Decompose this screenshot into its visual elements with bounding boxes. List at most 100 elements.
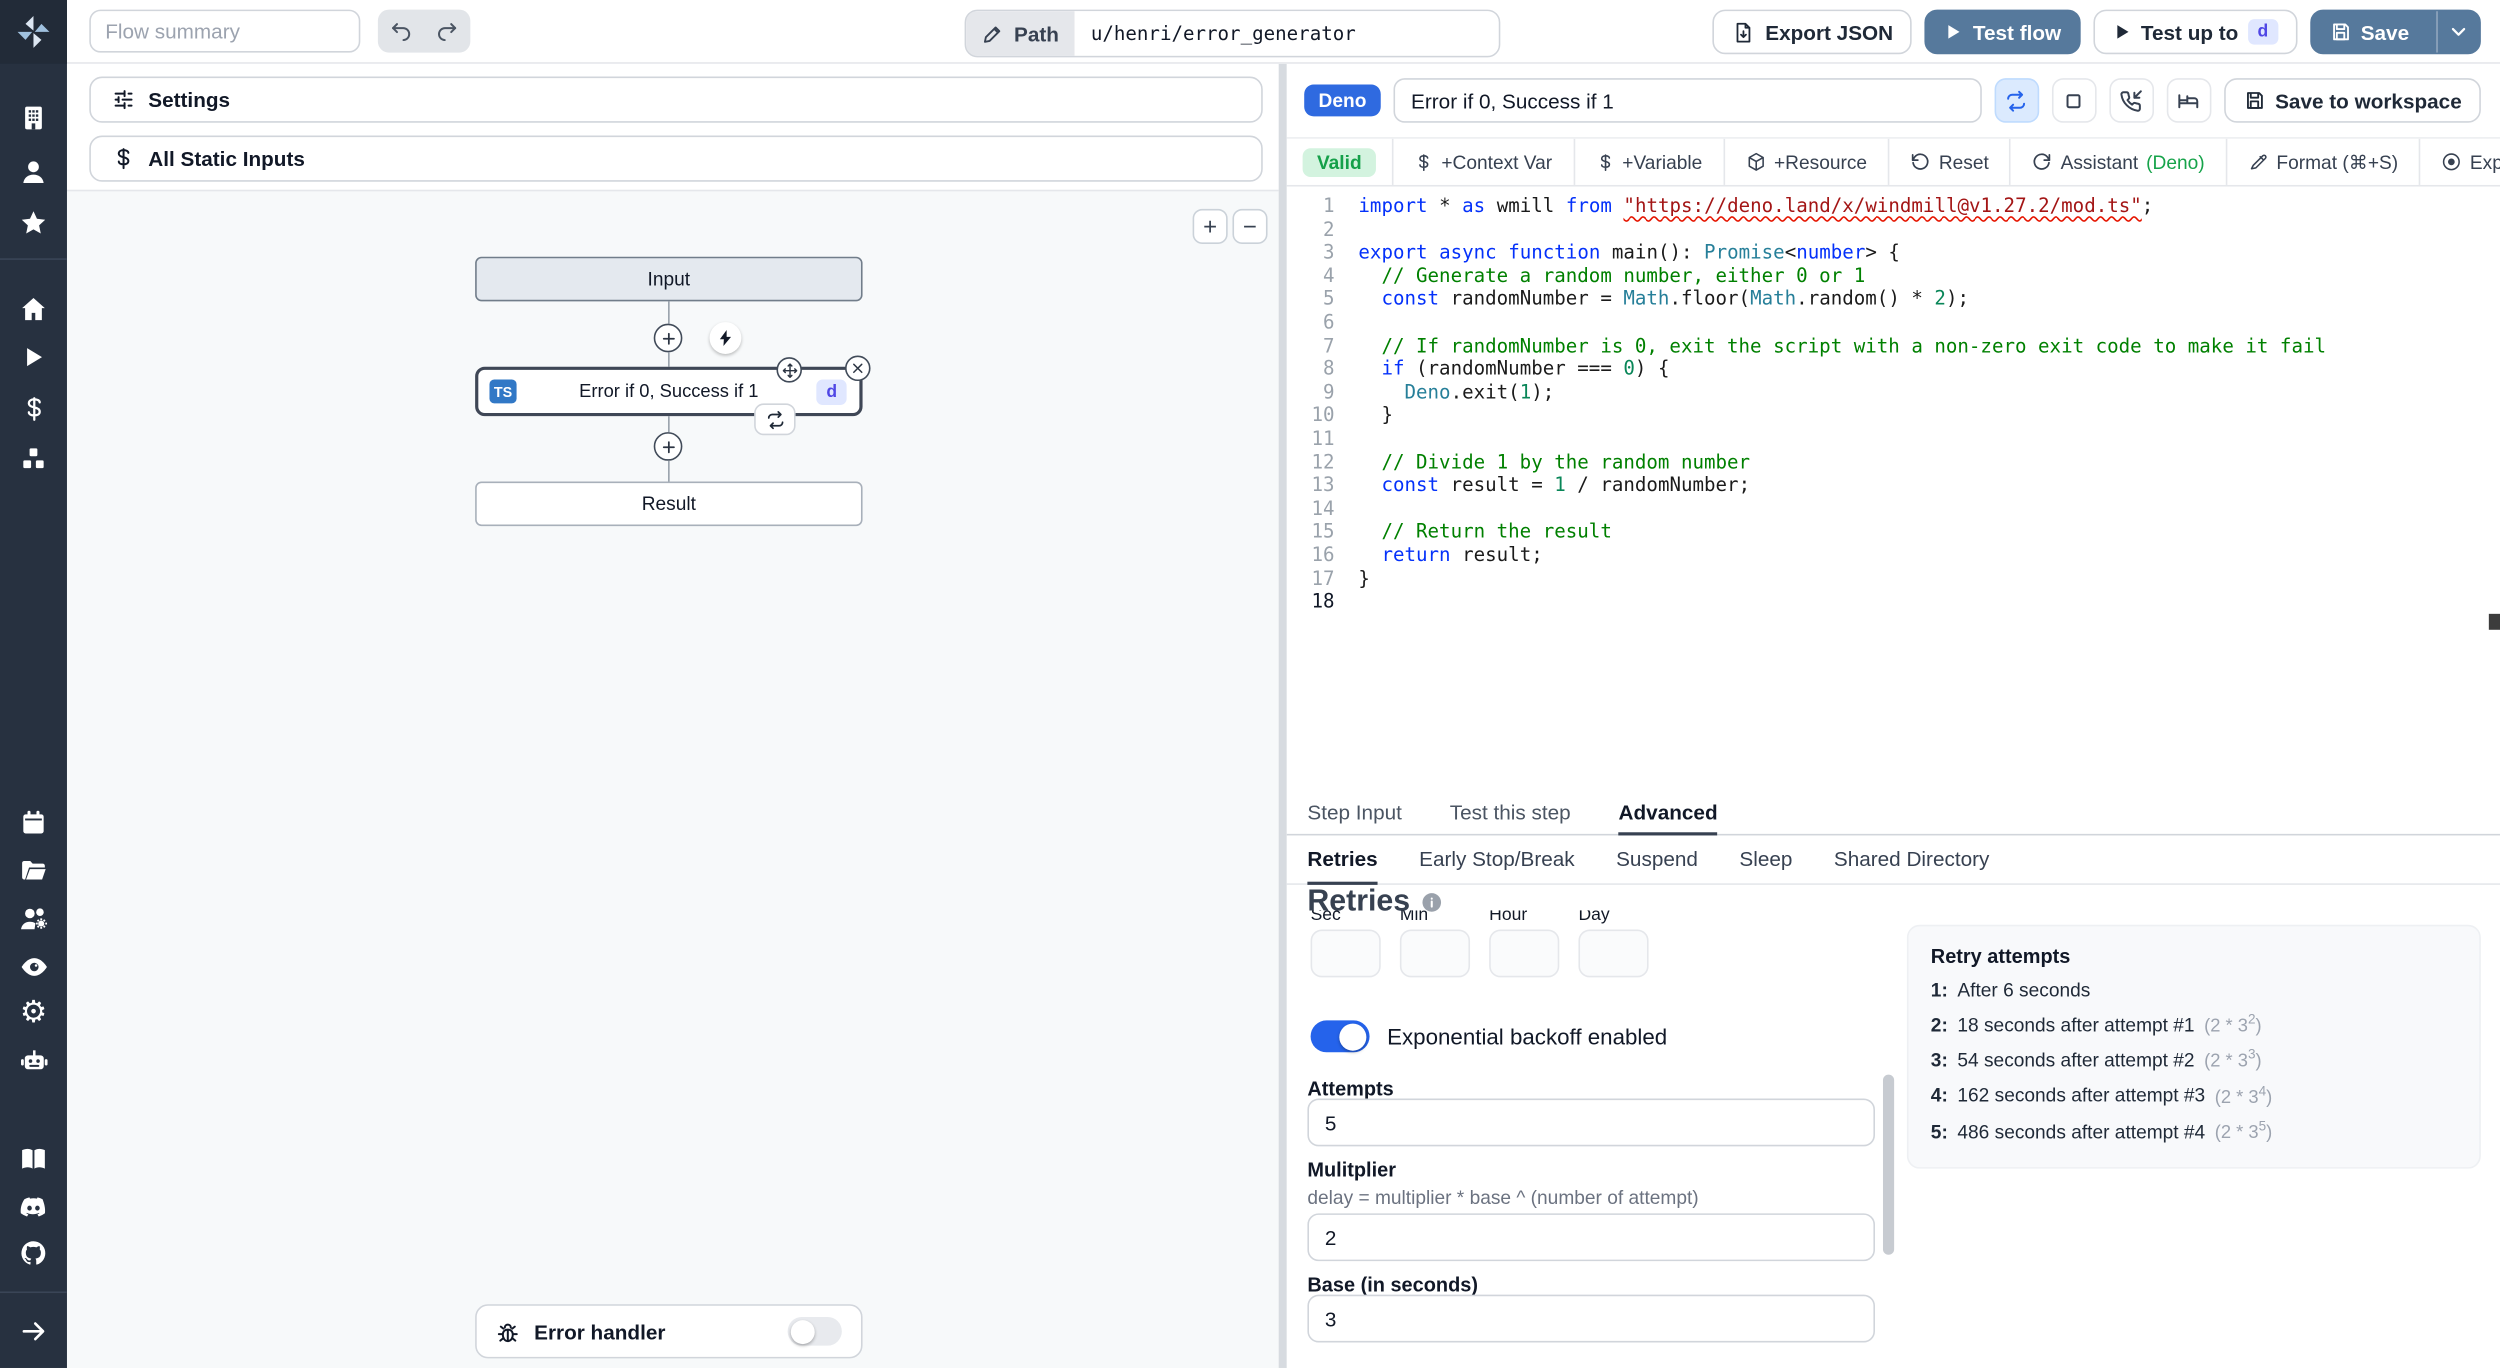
code-line: 10 } [1311,403,1393,427]
step-name-input[interactable] [1393,78,1982,123]
folders-icon[interactable] [0,850,67,891]
zoom-out-button[interactable]: − [1232,208,1268,244]
tab-sleep[interactable]: Sleep [1739,835,1792,884]
workers-robot-icon[interactable] [0,1040,67,1081]
attempts-input[interactable] [1307,1098,1875,1147]
flow-canvas[interactable]: + − Input TS Error if 0, Success if 1 d [66,189,1279,1368]
flow-node-result[interactable]: Result [475,481,863,527]
reset-button[interactable]: Reset [1887,138,2010,185]
code-editor[interactable]: 1 import * as wmill from "https://deno.la… [1287,187,2500,791]
sidebar-divider [0,258,67,260]
schedules-calendar-icon[interactable] [0,802,67,843]
save-split-button: Save [2309,9,2481,55]
runs-play-icon[interactable] [0,336,67,377]
code-line: 11 [1311,427,1335,450]
export-json-button[interactable]: Export JSON [1712,9,1913,55]
workspace-icon[interactable] [0,97,67,138]
path-group: Path u/henri/error_generator [964,9,1501,58]
save-dropdown-button[interactable] [2436,11,2479,53]
play-icon [2112,22,2131,41]
retries-indicator-button[interactable] [754,403,796,436]
tab-step-input[interactable]: Step Input [1307,791,1402,836]
retry-interval-sec: Sec [1310,910,1381,978]
advanced-subtabs: Retries Early Stop/Break Suspend Sleep Share… [1286,835,2500,885]
flow-edge [668,460,670,482]
min-input[interactable] [1399,929,1471,978]
exponential-backoff-toggle[interactable] [1310,1020,1370,1053]
flow-edge [668,352,670,367]
expand-sidebar-arrow-icon[interactable] [0,1311,67,1352]
discord-icon[interactable] [0,1186,67,1227]
resources-boxes-icon[interactable] [0,438,67,479]
step-id-badge: d [816,378,847,405]
delete-step-button[interactable] [845,355,871,382]
audit-eye-icon[interactable] [0,945,67,986]
retry-attempt-item: 3: 54 seconds after attempt #2 (2 * 33) [1930,1046,2262,1072]
add-context-var-button[interactable]: +Context Var [1391,138,1573,185]
groups-users-icon[interactable] [0,898,67,939]
windmill-logo[interactable] [0,0,67,64]
day-input[interactable] [1578,929,1649,978]
move-step-button[interactable] [776,357,802,383]
code-line: 14 [1311,497,1335,520]
explore-scripts-button[interactable]: Explore other s [2418,138,2500,185]
favorites-star-icon[interactable] [0,202,67,243]
assistant-button[interactable]: Assistant (Deno) [2009,138,2226,185]
box-icon [1745,151,1766,172]
redo-button[interactable] [424,10,470,53]
add-resource-button[interactable]: +Resource [1722,138,1888,185]
format-button[interactable]: Format (⌘+S) [2225,138,2418,185]
valid-badge: Valid [1302,147,1376,177]
trigger-zap-icon[interactable] [709,322,742,354]
flow-node-step[interactable]: TS Error if 0, Success if 1 d [475,366,863,417]
tab-advanced[interactable]: Advanced [1618,791,1718,836]
scrollbar[interactable] [1882,1074,1895,1255]
error-handler-row[interactable]: Error handler [475,1304,863,1359]
add-step-button[interactable] [653,323,683,353]
tab-shared-directory[interactable]: Shared Directory [1834,835,1990,884]
home-icon[interactable] [0,289,67,330]
sec-input[interactable] [1310,929,1381,978]
suspend-approval-button[interactable] [2109,78,2154,123]
add-variable-button[interactable]: +Variable [1572,138,1723,185]
flow-settings-row[interactable]: Settings [89,76,1263,123]
panel-resize-handle[interactable] [1278,63,1287,1368]
add-step-button[interactable] [653,432,683,461]
flow-node-input[interactable]: Input [475,256,863,302]
code-line: 15 // Return the result [1311,520,1612,543]
tab-suspend[interactable]: Suspend [1616,835,1698,884]
undo-button[interactable] [378,10,424,53]
save-to-workspace-button[interactable]: Save to workspace [2224,78,2481,123]
code-line: 13 const result = 1 / randomNumber; [1311,473,1751,497]
retry-interval-hour: Hour [1489,910,1560,978]
test-up-to-button[interactable]: Test up to d [2093,9,2297,55]
tab-retries[interactable]: Retries [1307,835,1378,885]
code-line: 3 export async function main(): Promise<n… [1322,241,1900,264]
sleep-button[interactable] [2166,78,2212,123]
path-value[interactable]: u/henri/error_generator [1074,11,1499,56]
all-static-inputs-row[interactable]: All Static Inputs [89,135,1263,182]
zoom-in-button[interactable]: + [1192,208,1228,244]
user-icon[interactable] [0,151,67,192]
hour-input[interactable] [1489,929,1560,978]
multiplier-input[interactable] [1307,1213,1875,1262]
github-icon[interactable] [0,1232,67,1273]
flow-edge [668,301,670,324]
test-flow-button[interactable]: Test flow [1925,9,2081,55]
topbar-actions: Export JSON Test flow Test up to d Save [1712,9,2481,55]
error-handler-toggle[interactable] [787,1316,842,1346]
flow-summary-input[interactable] [89,9,361,53]
early-stop-button[interactable] [2051,78,2097,123]
topbar: Path u/henri/error_generator Export JSON… [66,0,2500,64]
retries-section: Retries Sec Min Hour Day Exponential backof… [1287,885,2500,1368]
retries-toggle-button[interactable] [1994,78,2040,123]
base-input[interactable] [1307,1294,1875,1343]
settings-gear-icon[interactable]: ⚙ [0,992,67,1033]
tab-early-stop-break[interactable]: Early Stop/Break [1419,835,1575,884]
path-edit-chip[interactable]: Path [966,11,1075,56]
docs-book-icon[interactable] [0,1138,67,1179]
variables-dollar-icon[interactable] [0,387,67,428]
tab-test-this-step[interactable]: Test this step [1450,791,1571,836]
flow-edge [668,416,670,433]
save-button[interactable]: Save [2311,11,2426,52]
